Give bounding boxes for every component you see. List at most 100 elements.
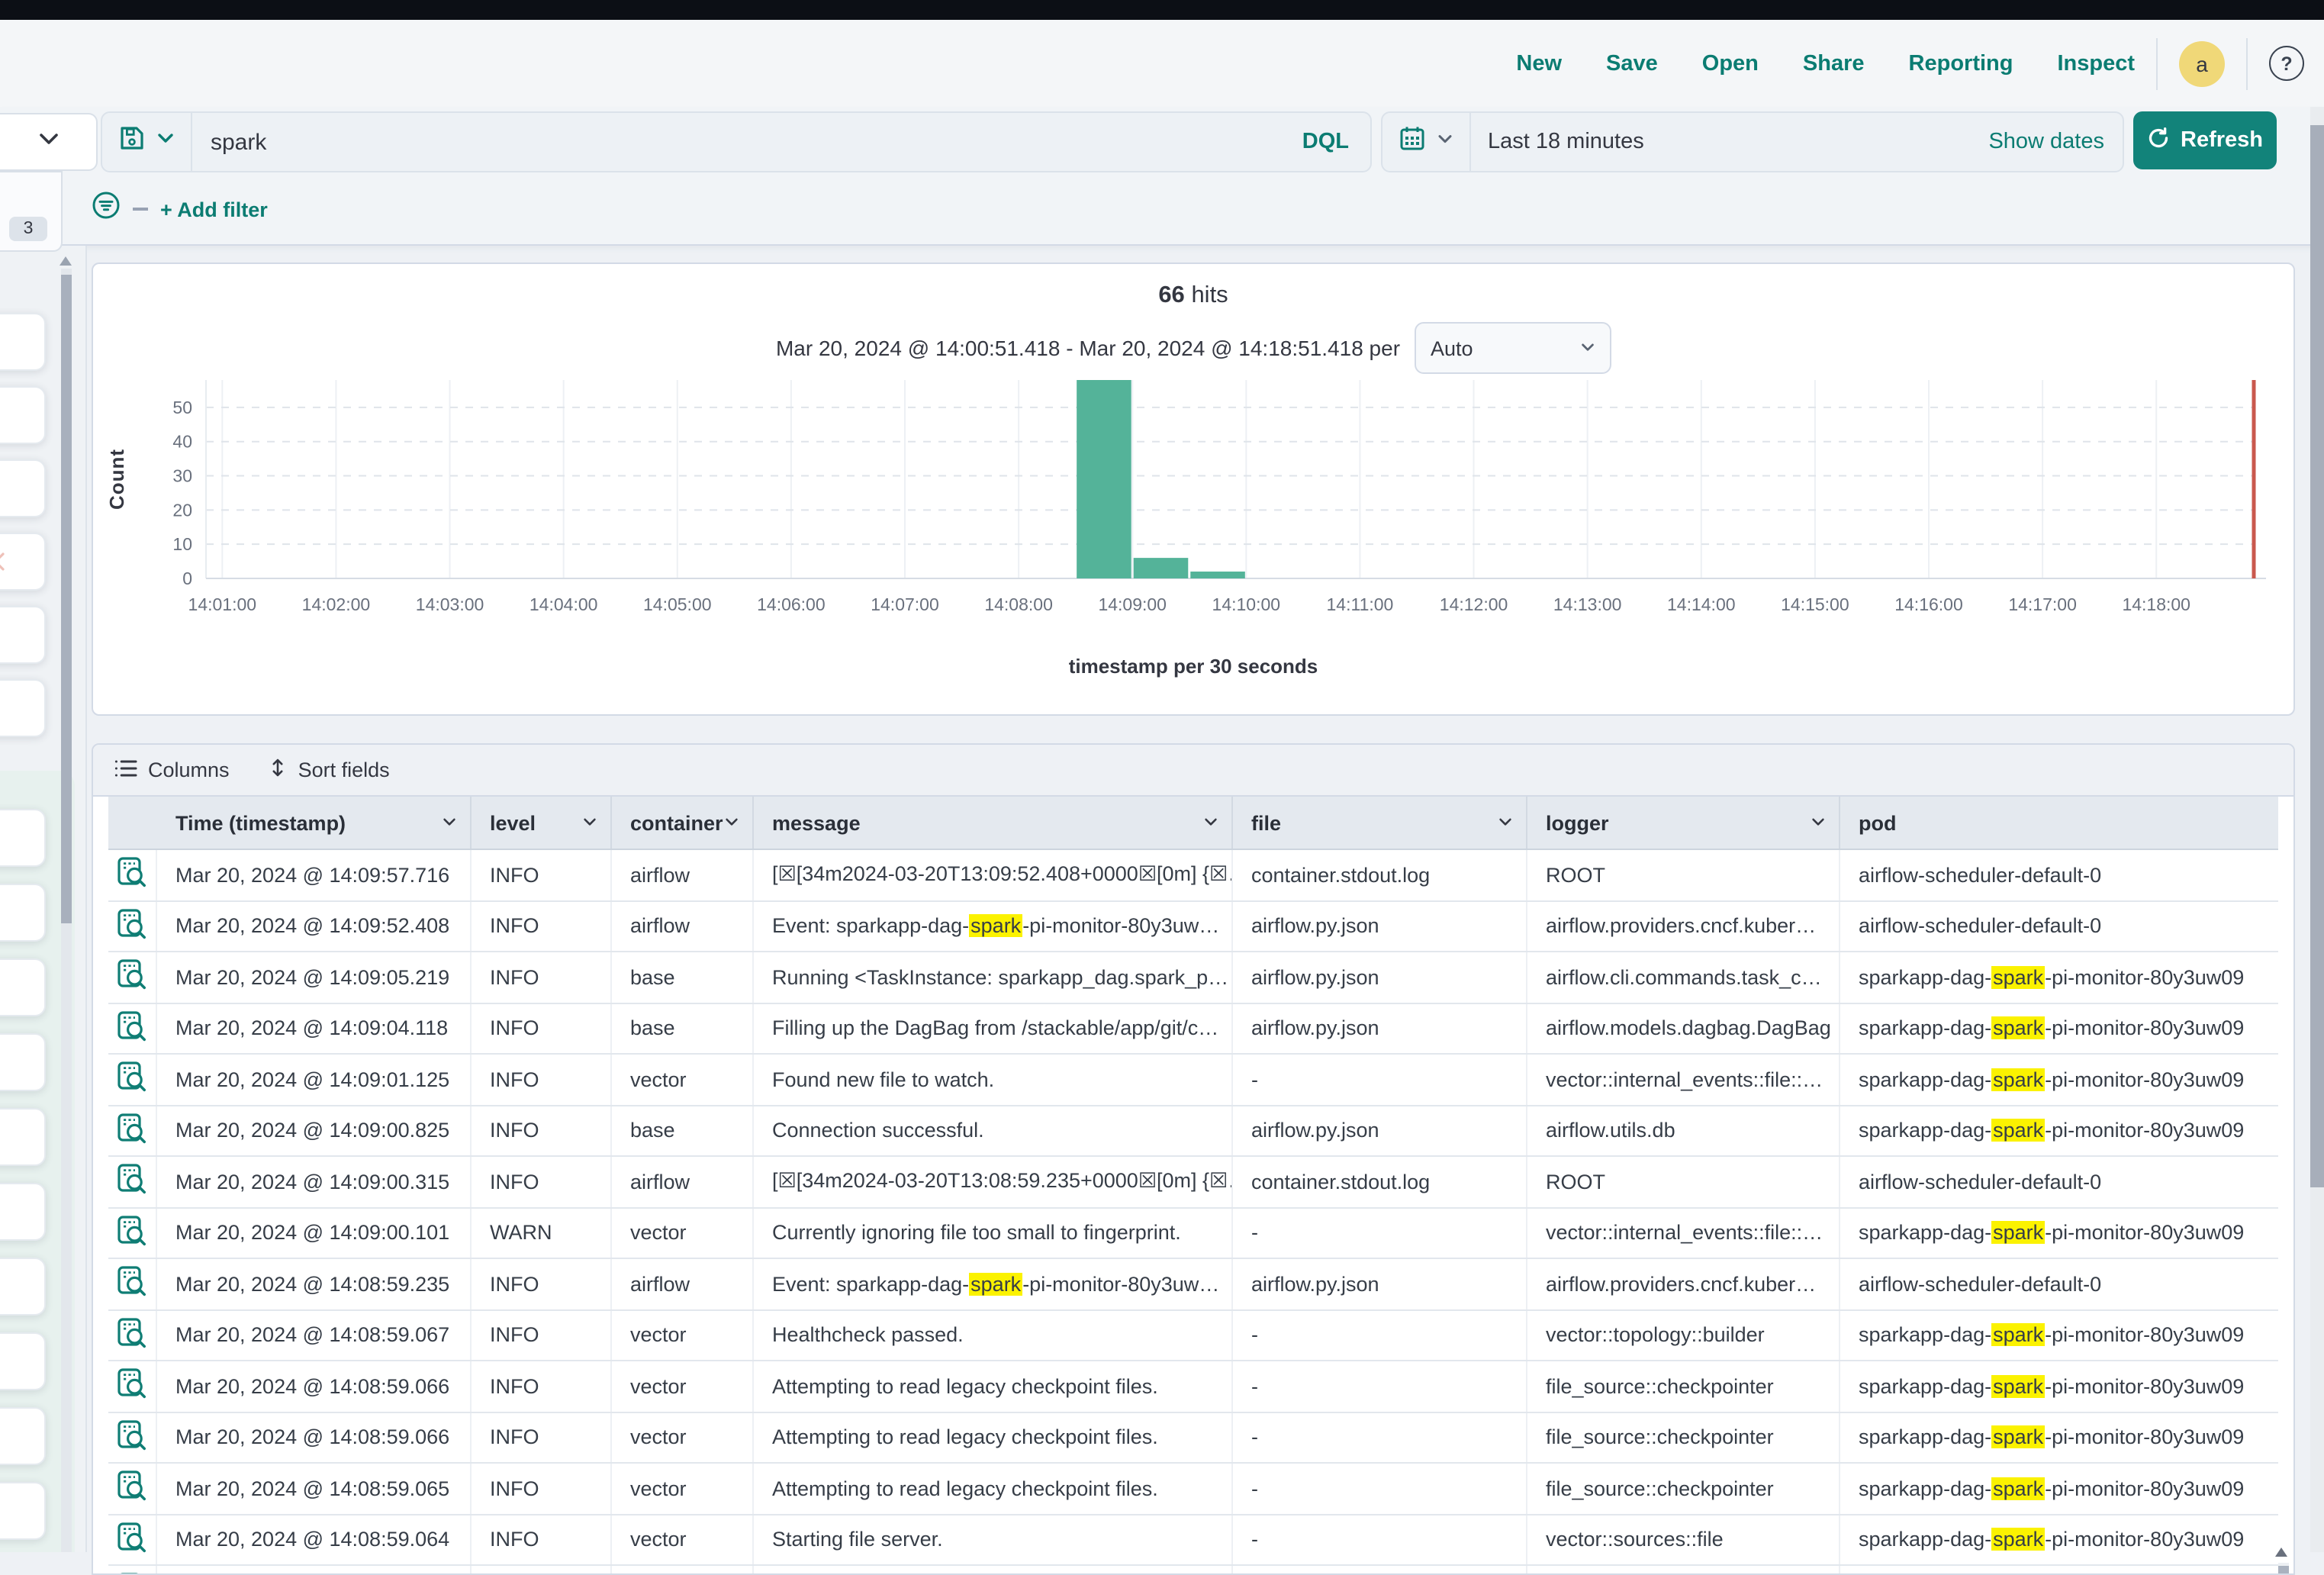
field-card[interactable] (0, 313, 46, 371)
refresh-button[interactable]: Refresh (2133, 111, 2277, 169)
container-cell: vector (612, 1055, 754, 1104)
file-cell: airflow.py.json (1233, 1259, 1527, 1309)
inspect-document-button[interactable] (117, 1522, 146, 1558)
message-text: Attempting to read legacy checkpoint fil… (772, 1477, 1158, 1500)
chevron-down-icon[interactable] (581, 811, 598, 834)
columns-icon (114, 758, 137, 782)
nav-link-share[interactable]: Share (1803, 51, 1865, 76)
field-card[interactable] (0, 809, 46, 867)
chevron-down-icon[interactable] (1497, 811, 1514, 834)
inspect-document-button[interactable] (117, 1164, 146, 1200)
field-card[interactable] (0, 1482, 46, 1540)
table-row: Mar 20, 2024 @ 14:09:01.125INFOvectorFou… (108, 1055, 2278, 1106)
inspect-document-button[interactable] (117, 1419, 146, 1456)
saved-query-chevron-icon[interactable] (156, 128, 175, 156)
message-text: Starting file server. (772, 1528, 943, 1551)
inspect-document-button[interactable] (117, 1266, 146, 1303)
chevron-down-icon[interactable] (441, 811, 458, 834)
inspect-document-button[interactable] (117, 908, 146, 945)
inspect-document-button[interactable] (117, 1113, 146, 1149)
table-scrollbar-thumb[interactable] (2278, 1566, 2289, 1575)
field-card[interactable] (0, 1108, 46, 1166)
columns-button[interactable]: Columns (114, 758, 230, 782)
histogram-bar[interactable] (1134, 558, 1189, 578)
time-range-value[interactable]: Last 18 minutes (1471, 130, 1988, 154)
level-cell: INFO (472, 1003, 612, 1053)
sort-fields-button[interactable]: Sort fields (269, 757, 390, 783)
nav-link-reporting[interactable]: Reporting (1909, 51, 2013, 76)
pod-cell: sparkapp-dag-spark-pi-monitor-80y3uw09 (1840, 1106, 2278, 1155)
search-input[interactable] (192, 129, 1281, 155)
chevron-down-icon[interactable] (1202, 811, 1219, 834)
calendar-chevron-icon[interactable] (1436, 128, 1454, 156)
field-card[interactable] (0, 1407, 46, 1465)
inspect-document-button[interactable] (117, 1573, 146, 1575)
column-header-container[interactable]: container (612, 797, 754, 849)
date-picker: Last 18 minutes Show dates (1381, 111, 2124, 172)
saved-query-icon[interactable] (119, 125, 145, 159)
inspect-document-button[interactable] (117, 959, 146, 996)
inspect-document-button[interactable] (117, 1010, 146, 1047)
avatar[interactable]: a (2179, 40, 2225, 86)
search-highlight: spark (1991, 1324, 2045, 1347)
field-card[interactable] (0, 1183, 46, 1241)
dql-button[interactable]: DQL (1281, 130, 1370, 154)
chevron-down-icon[interactable] (723, 811, 740, 834)
field-card[interactable] (0, 1332, 46, 1390)
histogram-bar[interactable] (1190, 572, 1245, 578)
field-card[interactable] (0, 1258, 46, 1316)
field-card[interactable] (0, 386, 46, 444)
field-card[interactable] (0, 533, 46, 591)
column-header-logger[interactable]: logger (1527, 797, 1840, 849)
column-header-time[interactable]: Time (timestamp) (157, 797, 472, 849)
nav-link-new[interactable]: New (1516, 51, 1562, 76)
sidebar-scrollbar-thumb[interactable] (61, 275, 72, 923)
add-filter-button[interactable]: + Add filter (160, 198, 268, 221)
y-tick: 20 (172, 500, 192, 520)
table-row: Mar 20, 2024 @ 14:09:04.118INFObaseFilli… (108, 1003, 2278, 1055)
sidebar-scrollbar[interactable] (61, 269, 72, 1552)
level-cell: INFO (472, 1106, 612, 1155)
histogram-bar[interactable] (1077, 380, 1131, 578)
sidebar-collapse-button[interactable] (0, 113, 98, 171)
expand-cell (108, 901, 157, 951)
inspect-document-button[interactable] (117, 1317, 146, 1354)
inspect-document-button[interactable] (117, 1215, 146, 1251)
column-header-level[interactable]: level (472, 797, 612, 849)
column-header-message[interactable]: message (754, 797, 1233, 849)
sidebar-scroll-up-icon[interactable] (60, 256, 72, 266)
nav-link-inspect[interactable]: Inspect (2057, 51, 2135, 76)
inspect-document-button[interactable] (117, 1470, 146, 1507)
field-card[interactable] (0, 1033, 46, 1091)
column-header-file[interactable]: file (1233, 797, 1527, 849)
field-card[interactable] (0, 884, 46, 942)
nav-link-save[interactable]: Save (1606, 51, 1658, 76)
table-scroll-up-icon[interactable] (2275, 1548, 2287, 1557)
expand-cell (108, 1106, 157, 1155)
table-scrollbar[interactable] (2278, 1563, 2289, 1575)
nav-separator (2246, 37, 2248, 89)
filter-icon[interactable] (92, 191, 121, 227)
chevron-down-icon[interactable] (1810, 811, 1827, 834)
file-cell: - (1233, 1361, 1527, 1411)
column-header-pod[interactable]: pod (1840, 797, 2278, 849)
logger-cell: ROOT (1527, 1157, 1840, 1206)
calendar-icon[interactable] (1399, 125, 1425, 159)
field-card[interactable] (0, 606, 46, 664)
help-icon[interactable]: ? (2269, 46, 2304, 81)
interval-select[interactable]: Auto (1414, 322, 1611, 374)
field-card[interactable] (0, 679, 46, 737)
level-cell: INFO (472, 1515, 612, 1564)
message-text: Event: sparkapp-dag- (772, 915, 969, 938)
inspect-document-button[interactable] (117, 857, 146, 894)
show-dates-button[interactable]: Show dates (1988, 130, 2123, 154)
inspect-document-button[interactable] (117, 1061, 146, 1098)
nav-link-open[interactable]: Open (1702, 51, 1759, 76)
container-cell: vector (612, 1464, 754, 1513)
file-cell: container.stdout.log (1233, 850, 1527, 900)
inspect-document-button[interactable] (117, 1368, 146, 1405)
field-card[interactable] (0, 459, 46, 517)
y-tick: 40 (172, 432, 192, 452)
field-card[interactable] (0, 958, 46, 1016)
page-scrollbar-thumb[interactable] (2310, 125, 2324, 1187)
